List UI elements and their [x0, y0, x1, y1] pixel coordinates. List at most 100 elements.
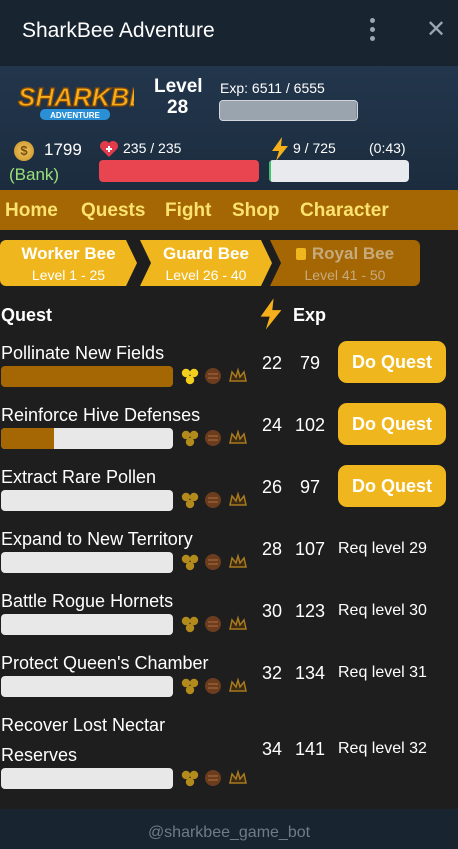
- exp-bar: [219, 100, 358, 121]
- quest-reward-icons: [180, 553, 250, 573]
- exp-column-header: Exp: [293, 305, 327, 325]
- energy-column-icon: [260, 298, 282, 330]
- coin-icon: $: [14, 141, 34, 161]
- quest-progress-bar: [1, 614, 173, 635]
- close-icon[interactable]: ✕: [426, 18, 446, 42]
- quest-reward-icons: [180, 429, 250, 449]
- sharkbee-logo: SHARKBEE ADVENTURE: [17, 81, 134, 120]
- energy-timer: (0:43): [369, 140, 406, 156]
- shield-icon: [205, 770, 221, 786]
- honeycomb-icon: [181, 430, 199, 447]
- quest-level-requirement: Req level 32: [338, 740, 427, 757]
- do-quest-button[interactable]: Do Quest: [338, 465, 446, 507]
- tab-range: Level 1 - 25: [31, 267, 106, 283]
- crown-icon: [229, 367, 247, 382]
- energy-bar: [269, 160, 409, 182]
- quest-exp-reward: 102: [294, 415, 326, 435]
- tab-guard-bee[interactable]: Guard Bee Level 26 - 40: [140, 240, 272, 286]
- energy-bar-fill: [269, 160, 271, 182]
- quest-level-requirement: Req level 31: [338, 664, 427, 681]
- quest-progress-fill: [1, 366, 173, 387]
- gold-amount: 1799: [44, 140, 82, 159]
- tab-range: Level 26 - 40: [165, 267, 247, 283]
- quest-name: Reinforce Hive Defenses: [1, 405, 201, 425]
- footer: @sharkbee_game_bot: [0, 809, 458, 849]
- shield-icon: [205, 554, 221, 570]
- level-label: Level: [154, 76, 203, 97]
- exp-text: Exp: 6511 / 6555: [220, 80, 325, 96]
- crown-icon: [229, 553, 247, 568]
- quest-progress-bar: [1, 490, 173, 511]
- nav-character[interactable]: Character: [300, 200, 389, 222]
- crown-icon: [229, 429, 247, 444]
- exp-bar-fill: [220, 101, 357, 120]
- quest-name-line2: Reserves: [1, 745, 78, 765]
- window-title: SharkBee Adventure: [22, 19, 215, 42]
- quest-name: Battle Rogue Hornets: [1, 591, 174, 611]
- shield-icon: [205, 492, 221, 508]
- quest-energy-cost: 26: [261, 477, 283, 497]
- quest-reward-icons: [180, 367, 250, 387]
- honeycomb-icon: [181, 554, 199, 571]
- quest-progress-fill: [1, 428, 55, 449]
- main-nav: Home Quests Fight Shop Character: [0, 190, 458, 230]
- shield-icon: [205, 430, 221, 446]
- hp-bar: [99, 160, 259, 182]
- quest-progress-bar: [1, 768, 173, 789]
- quest-exp-reward: 134: [294, 663, 326, 683]
- hp-bar-fill: [99, 160, 259, 182]
- honeycomb-icon: [181, 616, 199, 633]
- bot-handle: @sharkbee_game_bot: [147, 824, 311, 841]
- quest-exp-reward: 141: [294, 739, 326, 759]
- bank-link[interactable]: (Bank): [9, 165, 59, 185]
- quest-exp-reward: 79: [299, 353, 321, 373]
- shield-icon: [205, 678, 221, 694]
- more-menu-icon[interactable]: [368, 18, 376, 44]
- svg-text:SHARKBEE: SHARKBEE: [18, 82, 134, 112]
- quest-exp-reward: 123: [294, 601, 326, 621]
- do-quest-button[interactable]: Do Quest: [338, 341, 446, 383]
- do-quest-button[interactable]: Do Quest: [338, 403, 446, 445]
- quest-level-requirement: Req level 29: [338, 540, 427, 557]
- quest-reward-icons: [180, 677, 250, 697]
- shield-icon: [205, 368, 221, 384]
- quest-exp-reward: 107: [294, 539, 326, 559]
- nav-shop[interactable]: Shop: [232, 200, 280, 222]
- tab-royal-bee[interactable]: Royal Bee Level 41 - 50: [270, 240, 420, 286]
- crown-icon: [229, 677, 247, 692]
- quest-progress-bar: [1, 676, 173, 697]
- quest-reward-icons: [180, 491, 250, 511]
- quest-energy-cost: 24: [261, 415, 283, 435]
- tab-name: Royal Bee: [311, 244, 395, 263]
- level-value: 28: [167, 97, 189, 118]
- tab-name: Worker Bee: [21, 244, 116, 263]
- quest-energy-cost: 34: [261, 739, 283, 759]
- hp-text: 235 / 235: [123, 140, 182, 156]
- quest-reward-icons: [180, 769, 250, 789]
- quest-reward-icons: [180, 615, 250, 635]
- honeycomb-icon: [181, 678, 199, 695]
- quest-name: Pollinate New Fields: [1, 343, 165, 363]
- tab-range: Level 41 - 50: [304, 267, 386, 283]
- energy-text: 9 / 725: [293, 140, 336, 156]
- quest-level-requirement: Req level 30: [338, 602, 427, 619]
- quest-progress-bar: [1, 366, 173, 387]
- heart-icon: [100, 141, 118, 157]
- lock-icon: [295, 248, 306, 260]
- quest-progress-bar: [1, 552, 173, 573]
- honeycomb-icon: [181, 770, 199, 787]
- honeycomb-icon: [181, 492, 199, 509]
- quest-name: Extract Rare Pollen: [1, 467, 157, 487]
- shield-icon: [205, 616, 221, 632]
- crown-icon: [229, 615, 247, 630]
- nav-fight[interactable]: Fight: [165, 200, 211, 222]
- quest-name: Protect Queen's Chamber: [1, 653, 209, 673]
- nav-home[interactable]: Home: [5, 200, 58, 222]
- quest-energy-cost: 22: [261, 353, 283, 373]
- quest-energy-cost: 32: [261, 663, 283, 683]
- quest-column-header: Quest: [1, 305, 53, 325]
- nav-quests[interactable]: Quests: [81, 200, 145, 222]
- quest-name: Expand to New Territory: [1, 529, 193, 549]
- tab-worker-bee[interactable]: Worker Bee Level 1 - 25: [0, 240, 137, 286]
- crown-icon: [229, 491, 247, 506]
